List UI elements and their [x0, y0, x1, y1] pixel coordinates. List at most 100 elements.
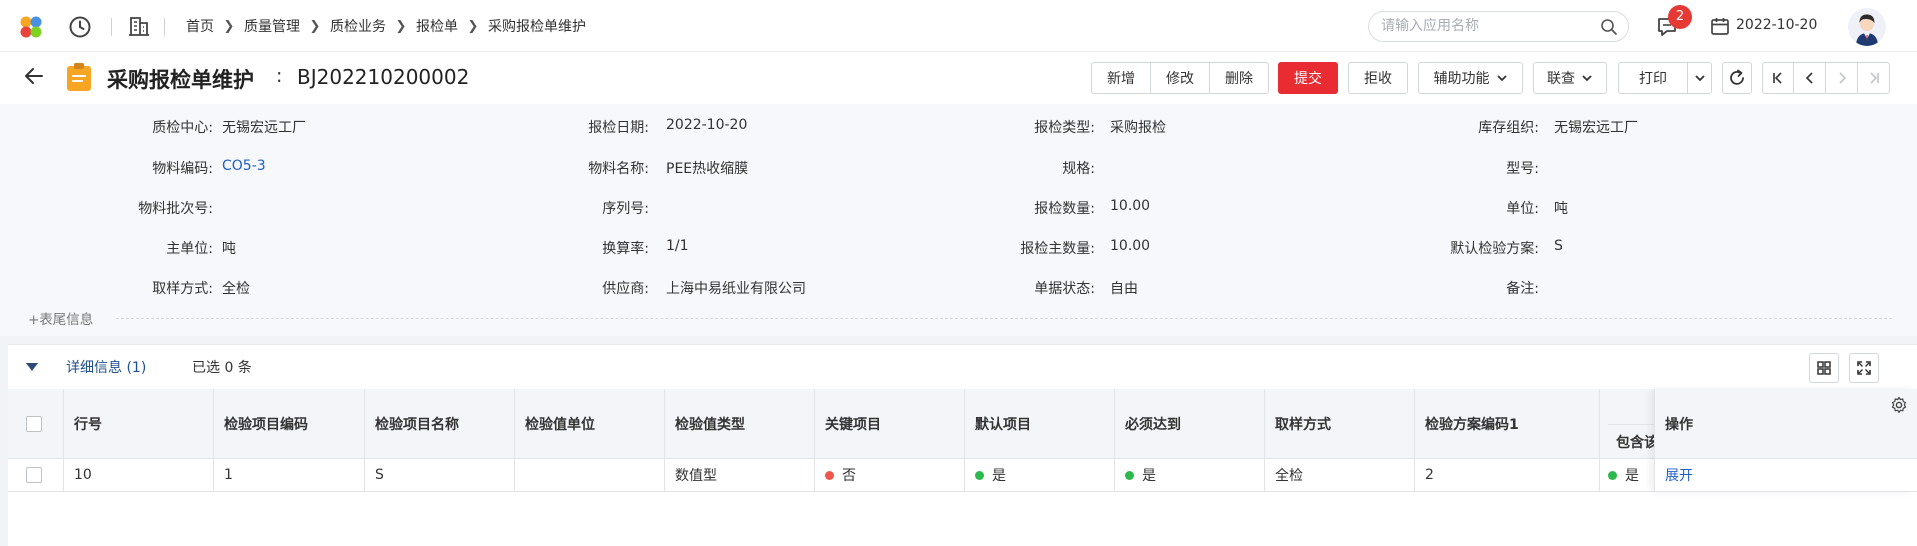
header-form: 质检中心: 无锡宏远工厂 报检日期: 2022-10-20 报检类型: 采购报检… [0, 104, 1917, 336]
field-label: 报检日期: [588, 120, 649, 136]
breadcrumb-item-quality[interactable]: 质量管理 [244, 16, 300, 36]
previous-record-button[interactable] [1794, 62, 1826, 94]
submit-button[interactable]: 提交 [1278, 62, 1338, 94]
field-value: 10.00 [1110, 238, 1151, 254]
field-label: 质检中心: [152, 120, 213, 136]
fullscreen-button[interactable] [1849, 353, 1879, 383]
reject-button[interactable]: 拒收 [1348, 62, 1408, 94]
field-label: 报检类型: [1034, 120, 1095, 136]
field-value: 10.00 [1110, 198, 1151, 214]
field-label: 备注: [1506, 281, 1539, 297]
material-code-link[interactable]: CO5-3 [222, 158, 266, 174]
app-search-input[interactable] [1381, 18, 1591, 34]
first-page-icon [1773, 72, 1782, 84]
breadcrumb-item-inspection[interactable]: 质检业务 [330, 16, 386, 36]
field-label: 单位: [1506, 201, 1539, 217]
select-all-cell [8, 389, 64, 458]
user-avatar[interactable] [1848, 8, 1886, 46]
chevron-right-icon: ❯ [309, 18, 321, 34]
row-select-cell [8, 459, 64, 491]
field-value: 2022-10-20 [666, 117, 748, 133]
business-date[interactable]: 2022-10-20 [1736, 17, 1817, 33]
tab-detail-info[interactable]: 详细信息 (1) [66, 357, 146, 377]
column-header[interactable]: 行号 [64, 389, 214, 458]
card-view-button[interactable] [1809, 353, 1839, 383]
field-value: 1/1 [666, 238, 689, 254]
key-item-value: 否 [842, 468, 856, 484]
column-header[interactable]: 默认项目 [965, 389, 1115, 458]
operation-column: 操作 展开 [1654, 389, 1917, 492]
chevron-down-icon [1582, 75, 1592, 82]
detail-panel: 详细信息 (1) 已选 0 条 行号 检验项目编码 检验项目名称 检验值单位 检… [8, 344, 1917, 546]
footer-info-toggle[interactable]: +表尾信息 [28, 308, 93, 328]
column-header[interactable]: 关键项目 [815, 389, 965, 458]
title-separator: : [276, 65, 283, 87]
row-checkbox[interactable] [26, 467, 42, 483]
app-logo-icon[interactable] [18, 14, 44, 40]
delete-button[interactable]: 删除 [1210, 62, 1269, 94]
column-header[interactable]: 检验项目名称 [365, 389, 515, 458]
divider [164, 18, 165, 36]
cell-item-name: S [365, 459, 515, 491]
status-dot-yes [975, 470, 984, 480]
column-header[interactable]: 取样方式 [1265, 389, 1415, 458]
add-button[interactable]: 新增 [1091, 62, 1151, 94]
field-label: 物料名称: [588, 161, 649, 177]
first-record-button[interactable] [1762, 62, 1794, 94]
chevron-right-icon: ❯ [467, 18, 479, 34]
organization-icon[interactable] [127, 14, 151, 38]
last-record-button[interactable] [1858, 62, 1890, 94]
field-label: 默认检验方案: [1450, 241, 1539, 257]
print-button[interactable]: 打印 [1618, 62, 1688, 94]
print-menu-toggle[interactable] [1688, 62, 1712, 94]
collapse-triangle-icon[interactable] [25, 362, 39, 372]
chevron-right-icon: ❯ [223, 18, 235, 34]
field-value: 吨 [222, 241, 236, 257]
link-query-dropdown[interactable]: 联查 [1533, 62, 1607, 94]
field-value: 采购报检 [1110, 120, 1166, 136]
table-row[interactable]: 10 1 S 数值型 否 是 是 全检 2 是 [8, 459, 1917, 492]
breadcrumb-item-report[interactable]: 报检单 [416, 16, 458, 36]
refresh-icon [1730, 69, 1744, 85]
column-header[interactable]: 检验项目编码 [214, 389, 365, 458]
field-value: PEE热收缩膜 [666, 161, 749, 177]
document-number: BJ202210200002 [297, 65, 470, 89]
breadcrumb-item-home[interactable]: 首页 [186, 16, 214, 36]
field-label: 物料批次号: [138, 201, 213, 217]
last-page-icon [1869, 72, 1879, 84]
column-header[interactable]: 检验值类型 [665, 389, 815, 458]
back-arrow-icon[interactable] [22, 64, 46, 88]
assist-function-dropdown[interactable]: 辅助功能 [1418, 62, 1523, 94]
cell-unit [515, 459, 665, 491]
column-header[interactable]: 检验方案编码1 [1415, 389, 1600, 458]
breadcrumb-item-current: 采购报检单维护 [488, 19, 586, 35]
field-label: 主单位: [166, 241, 213, 257]
field-label: 换算率: [602, 241, 649, 257]
column-header: 操作 [1655, 389, 1917, 459]
link-query-label: 联查 [1547, 71, 1575, 87]
chevron-right-icon: ❯ [395, 18, 407, 34]
user-avatar-icon [1848, 8, 1886, 46]
history-clock-icon[interactable] [68, 15, 92, 39]
next-record-button[interactable] [1826, 62, 1858, 94]
column-settings-gear-icon[interactable] [1890, 396, 1908, 414]
chevron-down-icon [1694, 75, 1705, 82]
field-label: 规格: [1062, 161, 1095, 177]
grid-view-icon [1817, 361, 1831, 375]
default-item-value: 是 [992, 468, 1006, 484]
cell-scheme-code: 2 [1415, 459, 1600, 491]
edit-button[interactable]: 修改 [1151, 62, 1210, 94]
field-value: 吨 [1554, 201, 1568, 217]
search-icon[interactable] [1600, 18, 1618, 36]
column-header[interactable]: 必须达到 [1115, 389, 1265, 458]
expand-row-link[interactable]: 展开 [1655, 459, 1917, 492]
field-label: 报检主数量: [1020, 241, 1095, 257]
field-value: 无锡宏远工厂 [1554, 120, 1638, 136]
cell-default-item: 是 [965, 459, 1115, 491]
top-bar: 首页 ❯ 质量管理 ❯ 质检业务 ❯ 报检单 ❯ 采购报检单维护 2 2022-… [0, 0, 1917, 52]
select-all-checkbox[interactable] [26, 415, 42, 432]
column-header[interactable]: 检验值单位 [515, 389, 665, 458]
calendar-icon[interactable] [1710, 16, 1730, 36]
refresh-button[interactable] [1722, 62, 1752, 94]
selected-count: 已选 0 条 [192, 360, 252, 376]
